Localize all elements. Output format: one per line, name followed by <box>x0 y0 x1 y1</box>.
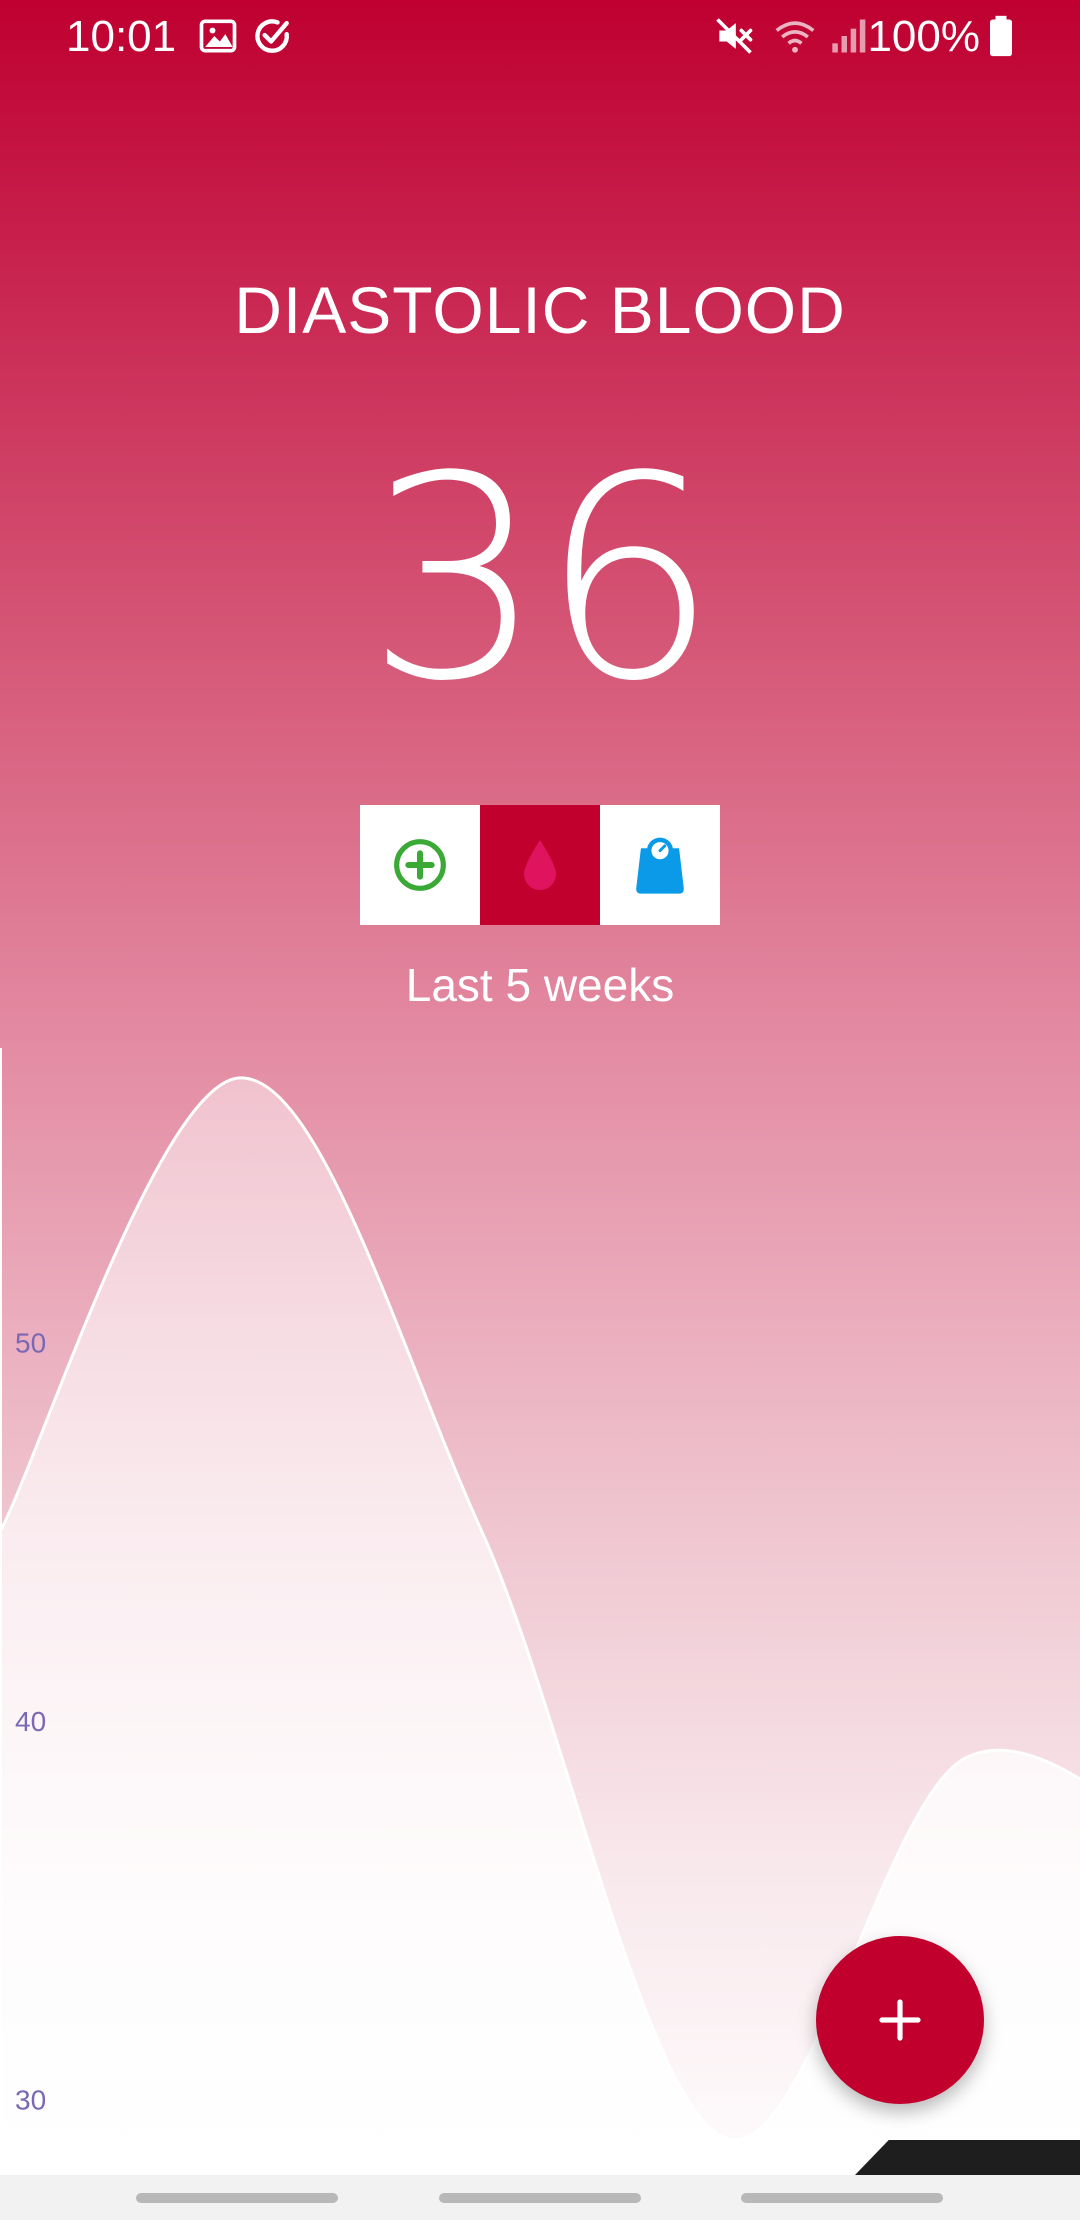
add-entry-button[interactable] <box>816 1936 984 2104</box>
y-tick-label: 50 <box>15 1328 46 1359</box>
metric-tabs <box>360 805 720 925</box>
battery-icon <box>990 15 1012 57</box>
tab-blood[interactable] <box>480 805 600 925</box>
wifi-icon <box>775 21 815 53</box>
signal-icon <box>832 19 866 53</box>
image-icon <box>199 19 237 53</box>
blood-drop-icon <box>524 840 556 890</box>
status-bar: 10:01 100% <box>0 0 1080 75</box>
battery-percentage: 100% <box>867 12 980 61</box>
current-value: 36 <box>365 417 718 743</box>
range-label: Last 5 weeks <box>405 959 675 1011</box>
check-circle-icon <box>255 19 289 53</box>
navigation-bar <box>0 2175 1080 2220</box>
y-tick-label: 30 <box>15 2084 46 2115</box>
mute-icon <box>716 18 753 54</box>
add-circle-icon <box>394 839 446 891</box>
plus-icon <box>879 1999 921 2041</box>
nav-recents-button[interactable] <box>136 2193 338 2203</box>
bottom-sheet-edge <box>855 2140 1080 2175</box>
tab-weight[interactable] <box>600 805 720 925</box>
nav-back-button[interactable] <box>741 2193 943 2203</box>
nav-home-button[interactable] <box>439 2193 641 2203</box>
page-title: DIASTOLIC BLOOD <box>234 273 846 347</box>
status-time: 10:01 <box>66 12 177 61</box>
weight-scale-icon <box>636 837 684 894</box>
y-tick-label: 40 <box>15 1706 46 1737</box>
tab-add[interactable] <box>360 805 480 925</box>
